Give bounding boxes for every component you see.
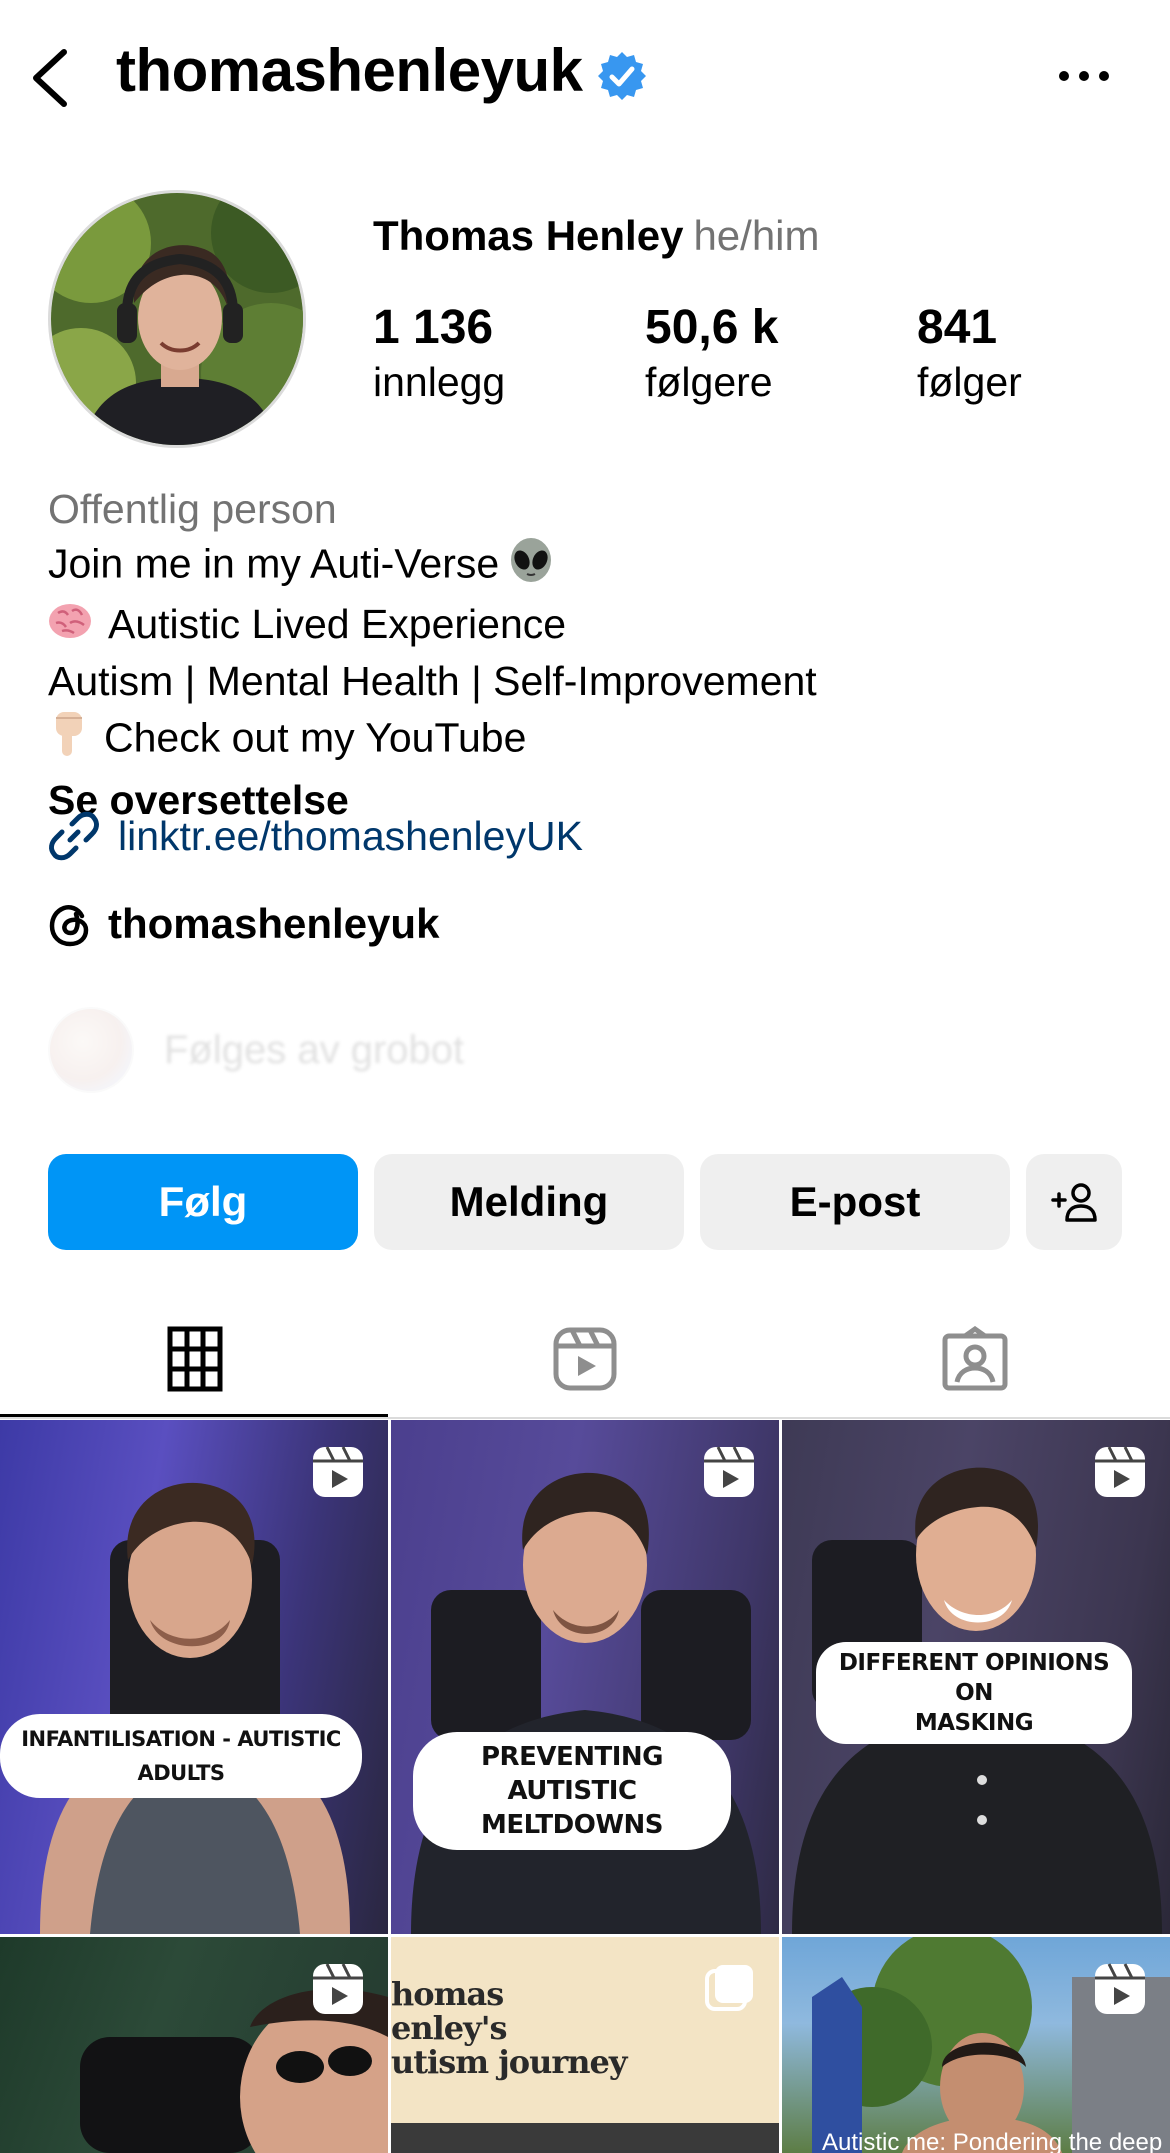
bio-line-3: Autism | Mental Health | Self-Improvemen… — [48, 658, 817, 705]
post-footer-strip — [391, 2123, 779, 2153]
followed-by-row[interactable]: Følges av grobot — [48, 1005, 464, 1095]
alien-emoji-icon — [507, 536, 555, 597]
top-bar: thomashenleyuk — [0, 0, 1170, 150]
reel-badge-icon — [1095, 1963, 1145, 2014]
post-caption-line-1: PREVENTING AUTISTIC — [481, 1742, 664, 1806]
tab-tagged[interactable] — [780, 1300, 1170, 1418]
post-thumbnail[interactable]: INFANTILISATION - AUTISTIC ADULTS — [0, 1420, 388, 1934]
profile-bio: Offentlig person Join me in my Auti-Vers… — [48, 482, 1128, 827]
tab-reels[interactable] — [390, 1300, 780, 1418]
more-options-button[interactable] — [1054, 56, 1114, 96]
reels-icon — [553, 1327, 617, 1391]
post-title-text: homas enley's utism journey — [391, 1975, 627, 2081]
chevron-left-icon — [33, 49, 67, 107]
following-label: følger — [917, 359, 1022, 405]
profile-display-name: Thomas Henley he/him — [373, 212, 820, 260]
reel-badge-icon — [313, 1446, 363, 1497]
bio-line-1: Join me in my Auti-Verse — [48, 540, 500, 587]
link-icon — [49, 811, 99, 861]
reel-badge-icon — [1095, 1446, 1145, 1497]
post-thumbnail[interactable]: PREVENTING AUTISTIC MELTDOWNS — [391, 1420, 779, 1934]
threads-badge[interactable]: thomashenleyuk — [48, 900, 439, 948]
follower-avatar — [48, 1007, 134, 1093]
followers-stat[interactable]: 50,6 k følgere — [645, 300, 778, 408]
tagged-icon — [942, 1326, 1008, 1391]
post-caption-line-3: utism journey — [391, 2043, 627, 2081]
post-caption-line-2: MELTDOWNS — [481, 1810, 663, 1840]
post-thumbnail[interactable]: homas enley's utism journey — [391, 1937, 779, 2153]
post-thumbnail[interactable] — [0, 1937, 388, 2153]
following-stat[interactable]: 841 følger — [917, 300, 1022, 408]
suggested-accounts-button[interactable] — [1026, 1154, 1122, 1250]
carousel-icon — [705, 1965, 753, 2011]
post-thumbnail[interactable]: Autistic me: Pondering the deeper — [782, 1937, 1170, 2153]
grid-icon — [167, 1326, 223, 1392]
bio-line: Join me in my Auti-Verse — [48, 536, 1128, 597]
bio-line-4: Check out my YouTube — [104, 714, 527, 761]
followers-count: 50,6 k — [645, 301, 779, 354]
display-name-text: Thomas Henley — [373, 212, 684, 259]
profile-link-text: linktr.ee/thomashenleyUK — [118, 812, 583, 859]
post-caption: INFANTILISATION - AUTISTIC ADULTS — [0, 1714, 362, 1798]
post-caption-line-2: enley's — [391, 2009, 508, 2047]
tab-posts-grid[interactable] — [0, 1300, 390, 1418]
profile-link[interactable]: linktr.ee/thomashenleyUK — [48, 810, 583, 862]
followers-label: følgere — [645, 359, 773, 405]
avatar-photo — [51, 193, 303, 445]
followed-by-text: Følges av grobot — [164, 1027, 465, 1072]
verified-badge-icon — [598, 52, 646, 100]
post-caption-line-1: homas — [391, 1975, 504, 2013]
posts-label: innlegg — [373, 359, 506, 405]
profile-username: thomashenleyuk — [116, 37, 583, 104]
post-caption: DIFFERENT OPINIONS ON MASKING — [816, 1642, 1132, 1744]
post-thumbnail[interactable]: DIFFERENT OPINIONS ON MASKING — [782, 1420, 1170, 1934]
post-caption: Autistic me: Pondering the deeper — [822, 2129, 1162, 2153]
bio-line: Autistic Lived Experience — [48, 597, 1128, 654]
profile-category: Offentlig person — [48, 486, 337, 532]
bio-line: Check out my YouTube — [48, 708, 1128, 773]
profile-tabs — [0, 1300, 1170, 1418]
threads-icon — [49, 905, 89, 947]
post-caption: PREVENTING AUTISTIC MELTDOWNS — [413, 1732, 731, 1850]
add-person-icon — [1051, 1183, 1097, 1222]
following-count: 841 — [917, 301, 998, 354]
bio-line-2: Autistic Lived Experience — [108, 601, 567, 647]
pronouns: he/him — [693, 212, 820, 259]
threads-handle: thomashenleyuk — [108, 900, 440, 947]
post-caption-line-1: DIFFERENT OPINIONS ON — [838, 1650, 1110, 1706]
message-button[interactable]: Melding — [374, 1154, 684, 1250]
post-caption-line-2: MASKING — [914, 1710, 1034, 1736]
reel-badge-icon — [704, 1446, 754, 1497]
posts-count: 1 136 — [373, 301, 494, 354]
posts-grid: INFANTILISATION - AUTISTIC ADULTS PREVEN… — [0, 1420, 1170, 2153]
profile-avatar[interactable] — [48, 190, 306, 448]
brain-emoji-icon — [48, 600, 92, 654]
posts-stat[interactable]: 1 136 innlegg — [373, 300, 505, 408]
more-horizontal-icon — [1059, 71, 1109, 81]
email-button[interactable]: E-post — [700, 1154, 1010, 1250]
reel-badge-icon — [313, 1963, 363, 2014]
tab-divider — [0, 1417, 1170, 1419]
back-button[interactable] — [22, 42, 82, 112]
follow-button[interactable]: Følg — [48, 1154, 358, 1250]
pointing-down-emoji-icon — [48, 708, 88, 773]
